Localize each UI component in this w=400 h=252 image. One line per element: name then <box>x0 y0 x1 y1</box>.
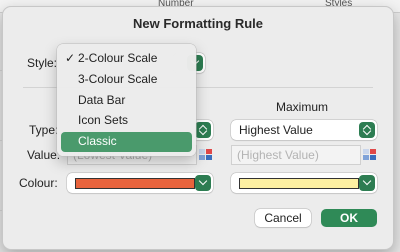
max-type-value: Highest Value <box>239 123 313 137</box>
menu-item-label: 3-Colour Scale <box>78 72 158 86</box>
ok-button[interactable]: OK <box>321 209 377 227</box>
menu-item-data-bar[interactable]: Data Bar <box>61 91 192 111</box>
style-dropdown-menu: ✓ 2-Colour Scale 3-Colour Scale Data Bar… <box>57 44 196 156</box>
menu-item-label: Icon Sets <box>78 113 129 127</box>
max-type-popup[interactable]: Highest Value <box>231 120 377 140</box>
checkmark-icon: ✓ <box>65 51 76 65</box>
menu-item-label: Classic <box>78 134 117 148</box>
max-colour-swatch <box>239 178 359 189</box>
max-value-field[interactable]: (Highest Value) <box>231 145 361 165</box>
menu-item-label: Data Bar <box>78 93 126 107</box>
menu-item-3-colour-scale[interactable]: 3-Colour Scale <box>61 70 192 90</box>
menu-item-classic[interactable]: Classic <box>61 132 192 152</box>
up-down-arrows-icon <box>195 122 211 138</box>
up-down-arrows-icon <box>359 122 375 138</box>
colour-label: Colour: <box>19 176 58 190</box>
max-value-placeholder: (Highest Value) <box>237 148 319 162</box>
menu-item-icon-sets[interactable]: Icon Sets <box>61 111 192 131</box>
chevron-down-icon <box>359 175 375 191</box>
min-colour-button[interactable] <box>67 173 213 193</box>
min-range-picker-icon[interactable] <box>199 149 213 161</box>
menu-item-2-colour-scale[interactable]: ✓ 2-Colour Scale <box>61 49 192 69</box>
dialog-title: New Formatting Rule <box>132 16 263 31</box>
maximum-header: Maximum <box>276 100 329 114</box>
type-label: Type: <box>29 123 59 137</box>
max-range-picker-icon[interactable] <box>363 149 377 161</box>
min-colour-swatch <box>75 178 195 189</box>
max-colour-button[interactable] <box>231 173 377 193</box>
value-label: Value: <box>27 148 61 162</box>
style-label: Style: <box>27 56 58 70</box>
cancel-button[interactable]: Cancel <box>255 209 311 227</box>
chevron-down-icon <box>195 175 211 191</box>
menu-item-label: 2-Colour Scale <box>78 51 158 65</box>
